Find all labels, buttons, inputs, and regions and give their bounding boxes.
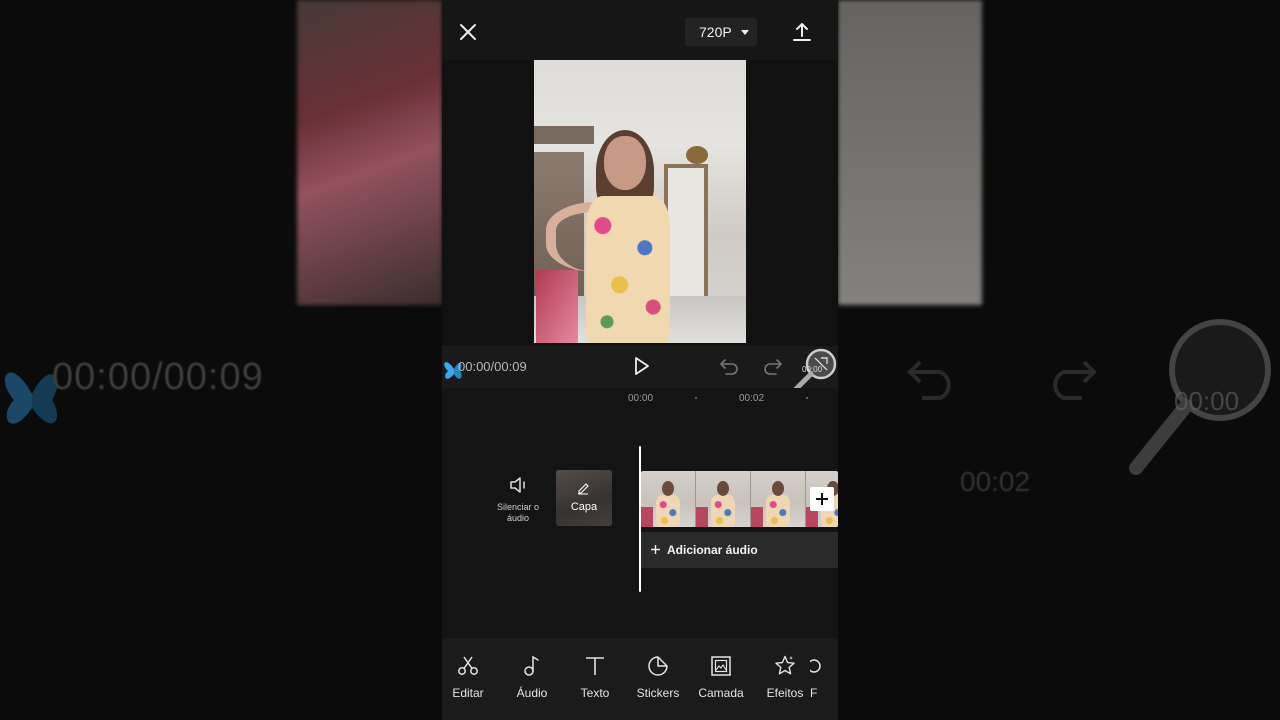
tool-audio[interactable]: Áudio xyxy=(502,654,562,706)
resolution-label: 720P xyxy=(699,24,732,40)
preview-area xyxy=(442,60,838,346)
tool-label: Áudio xyxy=(516,686,548,700)
tool-stickers[interactable]: Stickers xyxy=(628,654,688,706)
mute-audio-label: Silenciar o áudio xyxy=(496,502,540,523)
tool-camada[interactable]: Camada xyxy=(691,654,751,706)
blurred-redo-icon xyxy=(1053,360,1097,400)
blurred-ruler-text: 00:02 xyxy=(960,466,1031,497)
add-audio-label: Adicionar áudio xyxy=(667,543,758,557)
blurred-time-text: 00:00/00:09 xyxy=(52,356,264,398)
ruler-mark-0: 00:00 xyxy=(628,393,654,404)
top-bar: 720P xyxy=(442,0,838,60)
close-icon[interactable] xyxy=(456,20,480,44)
cover-button[interactable]: Capa xyxy=(556,470,612,526)
tool-filtros[interactable]: F xyxy=(810,654,838,706)
redo-icon[interactable] xyxy=(762,356,784,378)
cover-label: Capa xyxy=(570,501,598,513)
text-icon xyxy=(586,657,604,675)
tool-efeitos[interactable]: Efeitos xyxy=(755,654,815,706)
music-note-icon xyxy=(524,655,539,676)
fullscreen-label: 00:00 xyxy=(802,365,823,374)
blurred-background-left: 00:00/00:09 xyxy=(0,0,442,720)
add-audio-button[interactable]: Adicionar áudio xyxy=(641,532,838,568)
bottom-toolbar: Editar Áudio Texto Stickers Camada Efeit… xyxy=(442,638,838,720)
ruler-dot xyxy=(806,397,808,399)
blurred-magnifier-text: 00:00 xyxy=(1174,386,1240,416)
tool-label: Texto xyxy=(580,686,610,700)
clip-frame xyxy=(641,471,696,527)
tool-label: F xyxy=(810,686,818,700)
play-icon[interactable] xyxy=(630,355,652,377)
plus-icon xyxy=(651,545,660,554)
clip-frame xyxy=(751,471,806,527)
speaker-icon xyxy=(510,477,525,493)
playhead[interactable] xyxy=(639,446,641,592)
tool-label: Editar xyxy=(452,686,484,700)
ruler-dot xyxy=(695,397,697,399)
blurred-background-right: 00:02 00:00 xyxy=(838,0,1280,720)
effects-star-icon xyxy=(775,655,795,675)
clip-frame xyxy=(696,471,751,527)
blurred-undo-icon xyxy=(907,360,951,400)
tool-editar[interactable]: Editar xyxy=(442,654,498,706)
time-ruler: 00:00 00:02 xyxy=(442,388,838,410)
scissors-icon xyxy=(458,656,478,675)
timeline: Silenciar o áudio Capa Adicionar áudio xyxy=(442,410,838,638)
sticker-icon xyxy=(648,656,668,676)
undo-icon[interactable] xyxy=(718,356,740,378)
mute-audio-button[interactable]: Silenciar o áudio xyxy=(492,474,544,532)
tool-label: Stickers xyxy=(636,686,680,700)
edit-pencil-icon xyxy=(578,483,589,495)
blurred-photo-left xyxy=(297,0,442,305)
caret-down-icon xyxy=(741,30,749,35)
add-clip-plus-icon[interactable] xyxy=(810,487,834,511)
editor-screen: 720P 00:00/00:09 00:00 00:00 00:02 Silen… xyxy=(442,0,838,720)
layer-icon xyxy=(711,656,731,676)
ruler-mark-2: 00:02 xyxy=(739,393,765,404)
resolution-dropdown[interactable]: 720P xyxy=(685,18,757,46)
tool-label: Efeitos xyxy=(766,686,804,700)
playback-time: 00:00/00:09 xyxy=(458,359,527,374)
video-preview[interactable] xyxy=(534,60,746,343)
filter-icon xyxy=(810,659,821,673)
playback-controls: 00:00/00:09 00:00 xyxy=(442,346,838,393)
blurred-photo-right xyxy=(838,0,982,305)
tool-texto[interactable]: Texto xyxy=(565,654,625,706)
export-upload-icon[interactable] xyxy=(790,20,814,44)
screen: 00:00/00:09 00:02 00:00 720P 00:00/00:09… xyxy=(0,0,1280,720)
video-clip-track[interactable] xyxy=(641,471,838,527)
tool-label: Camada xyxy=(698,686,744,700)
